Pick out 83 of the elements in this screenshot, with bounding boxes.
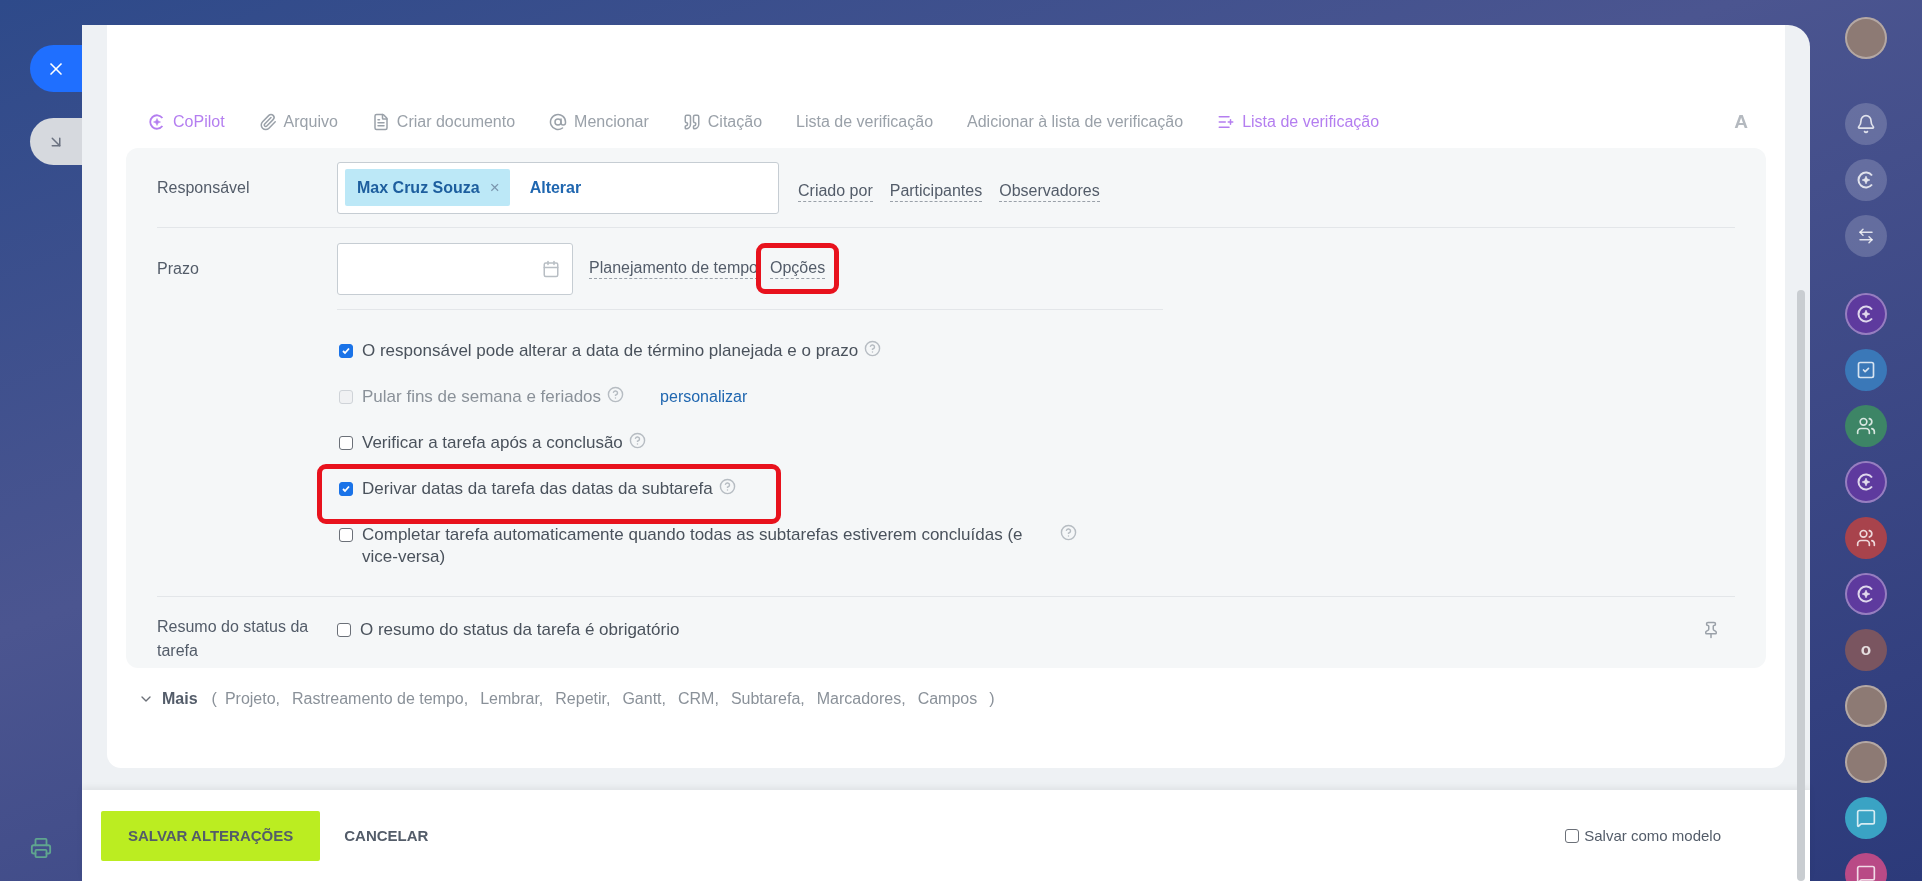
checkbox[interactable] <box>339 344 353 358</box>
checkmark-icon <box>341 346 351 356</box>
checkbox[interactable] <box>339 436 353 450</box>
notifications-button[interactable] <box>1845 103 1887 145</box>
option-link[interactable]: Opções <box>770 257 826 280</box>
bracket: ( <box>211 690 217 708</box>
group-app-button[interactable] <box>1845 517 1887 559</box>
copilot-icon <box>148 113 166 131</box>
option-link[interactable]: Planejamento de tempo <box>589 257 758 280</box>
option-label: O responsável pode alterar a data de término planejada e o prazo <box>362 340 859 362</box>
task-app-button[interactable] <box>1845 349 1887 391</box>
checkbox-icon <box>1856 360 1876 380</box>
more-item-link[interactable]: Rastreamento de tempo, <box>292 690 469 708</box>
more-item-link[interactable]: Marcadores, <box>816 690 906 708</box>
checkbox[interactable] <box>339 482 353 496</box>
field-label: Resumo do status da tarefa <box>157 617 310 661</box>
bell-icon <box>1856 114 1876 134</box>
chat-icon <box>1856 808 1876 828</box>
more-item-link[interactable]: Repetir, <box>555 690 611 708</box>
toolbar-button[interactable]: Lista de verificação <box>1217 113 1380 131</box>
role-link[interactable]: Observadores <box>999 180 1100 203</box>
close-button[interactable] <box>30 45 82 92</box>
more-item-link[interactable]: Projeto, <box>224 690 281 708</box>
group-app-button[interactable] <box>1845 405 1887 447</box>
printer-icon[interactable] <box>30 837 52 859</box>
users-icon <box>1856 416 1876 436</box>
option-label: Derivar datas da tarefa das datas da subtarefa <box>362 478 713 500</box>
checkbox-label: Salvar como modelo <box>1584 827 1721 844</box>
quote-icon <box>682 113 701 131</box>
chat-icon <box>1856 864 1876 881</box>
users-icon <box>1856 528 1876 548</box>
at-sign-icon <box>549 113 568 131</box>
avatar[interactable] <box>1845 685 1887 727</box>
chat-app-button[interactable] <box>1845 797 1887 839</box>
role-link[interactable]: Participantes <box>889 180 983 203</box>
checklist-add-icon <box>1217 113 1236 131</box>
field-label: Prazo <box>157 258 200 279</box>
more-item-link[interactable]: CRM, <box>678 690 719 708</box>
document-icon <box>371 113 390 131</box>
cancel-button[interactable]: CANCELAR <box>338 826 435 845</box>
scrollbar-thumb[interactable] <box>1797 290 1805 881</box>
toolbar-button[interactable]: Criar documento <box>371 113 516 131</box>
more-item-link[interactable]: Campos <box>917 690 978 708</box>
copilot-app-button[interactable] <box>1845 293 1887 335</box>
bracket: ) <box>989 690 995 708</box>
checkbox[interactable] <box>339 528 353 542</box>
avatar[interactable] <box>1845 17 1887 59</box>
chat-button[interactable] <box>1845 215 1887 257</box>
toolbar-button[interactable]: Citação <box>682 113 763 131</box>
option-label: Verificar a tarefa após a conclusão <box>362 432 623 454</box>
change-link[interactable]: Alterar <box>529 178 582 197</box>
remove-tag-button[interactable]: × <box>489 177 500 198</box>
text-format-button[interactable]: A <box>1734 111 1748 133</box>
more-item-link[interactable]: Subtarefa, <box>730 690 805 708</box>
paperclip-icon <box>258 113 277 131</box>
copilot-app-button[interactable] <box>1845 461 1887 503</box>
save-button[interactable]: SALVAR ALTERAÇÕES <box>101 810 321 861</box>
arrows-icon <box>1857 227 1875 245</box>
toolbar-button[interactable]: Mencionar <box>549 113 649 131</box>
toolbar-button[interactable]: Arquivo <box>258 113 338 131</box>
toolbar-button[interactable]: CoPilot <box>148 113 225 131</box>
option-label: Completar tarefa automaticamente quando todas as subtarefas estiverem concluídas (e vice-versa) <box>362 524 1024 568</box>
more-item-link[interactable]: Lembrar, <box>480 690 544 708</box>
user-tag: Max Cruz Souza × <box>345 169 510 206</box>
option-label: Pular fins de semana e feriados <box>362 386 602 408</box>
checkbox[interactable] <box>1565 828 1580 843</box>
more-item-link[interactable]: Gantt, <box>622 690 666 708</box>
letter-avatar[interactable]: o <box>1845 629 1887 671</box>
checkbox[interactable] <box>337 623 351 637</box>
date-field[interactable] <box>337 242 573 295</box>
responsible-field[interactable]: Max Cruz Souza × Alterar <box>337 161 779 214</box>
role-link[interactable]: Criado por <box>798 180 873 203</box>
minimize-button[interactable] <box>30 118 82 165</box>
field-label: Responsável <box>157 177 251 198</box>
toolbar-button[interactable]: Lista de verificação <box>796 113 934 131</box>
checkmark-icon <box>341 484 351 494</box>
copilot-app-button[interactable] <box>1845 573 1887 615</box>
option-label: O resumo do status da tarefa é obrigatório <box>360 620 680 640</box>
copilot-button[interactable] <box>1845 159 1887 201</box>
avatar[interactable] <box>1845 741 1887 783</box>
toolbar-button[interactable]: Adicionar à lista de verificação <box>967 113 1184 131</box>
more-toggle[interactable]: Mais <box>162 690 198 708</box>
calendar-icon <box>542 259 560 278</box>
